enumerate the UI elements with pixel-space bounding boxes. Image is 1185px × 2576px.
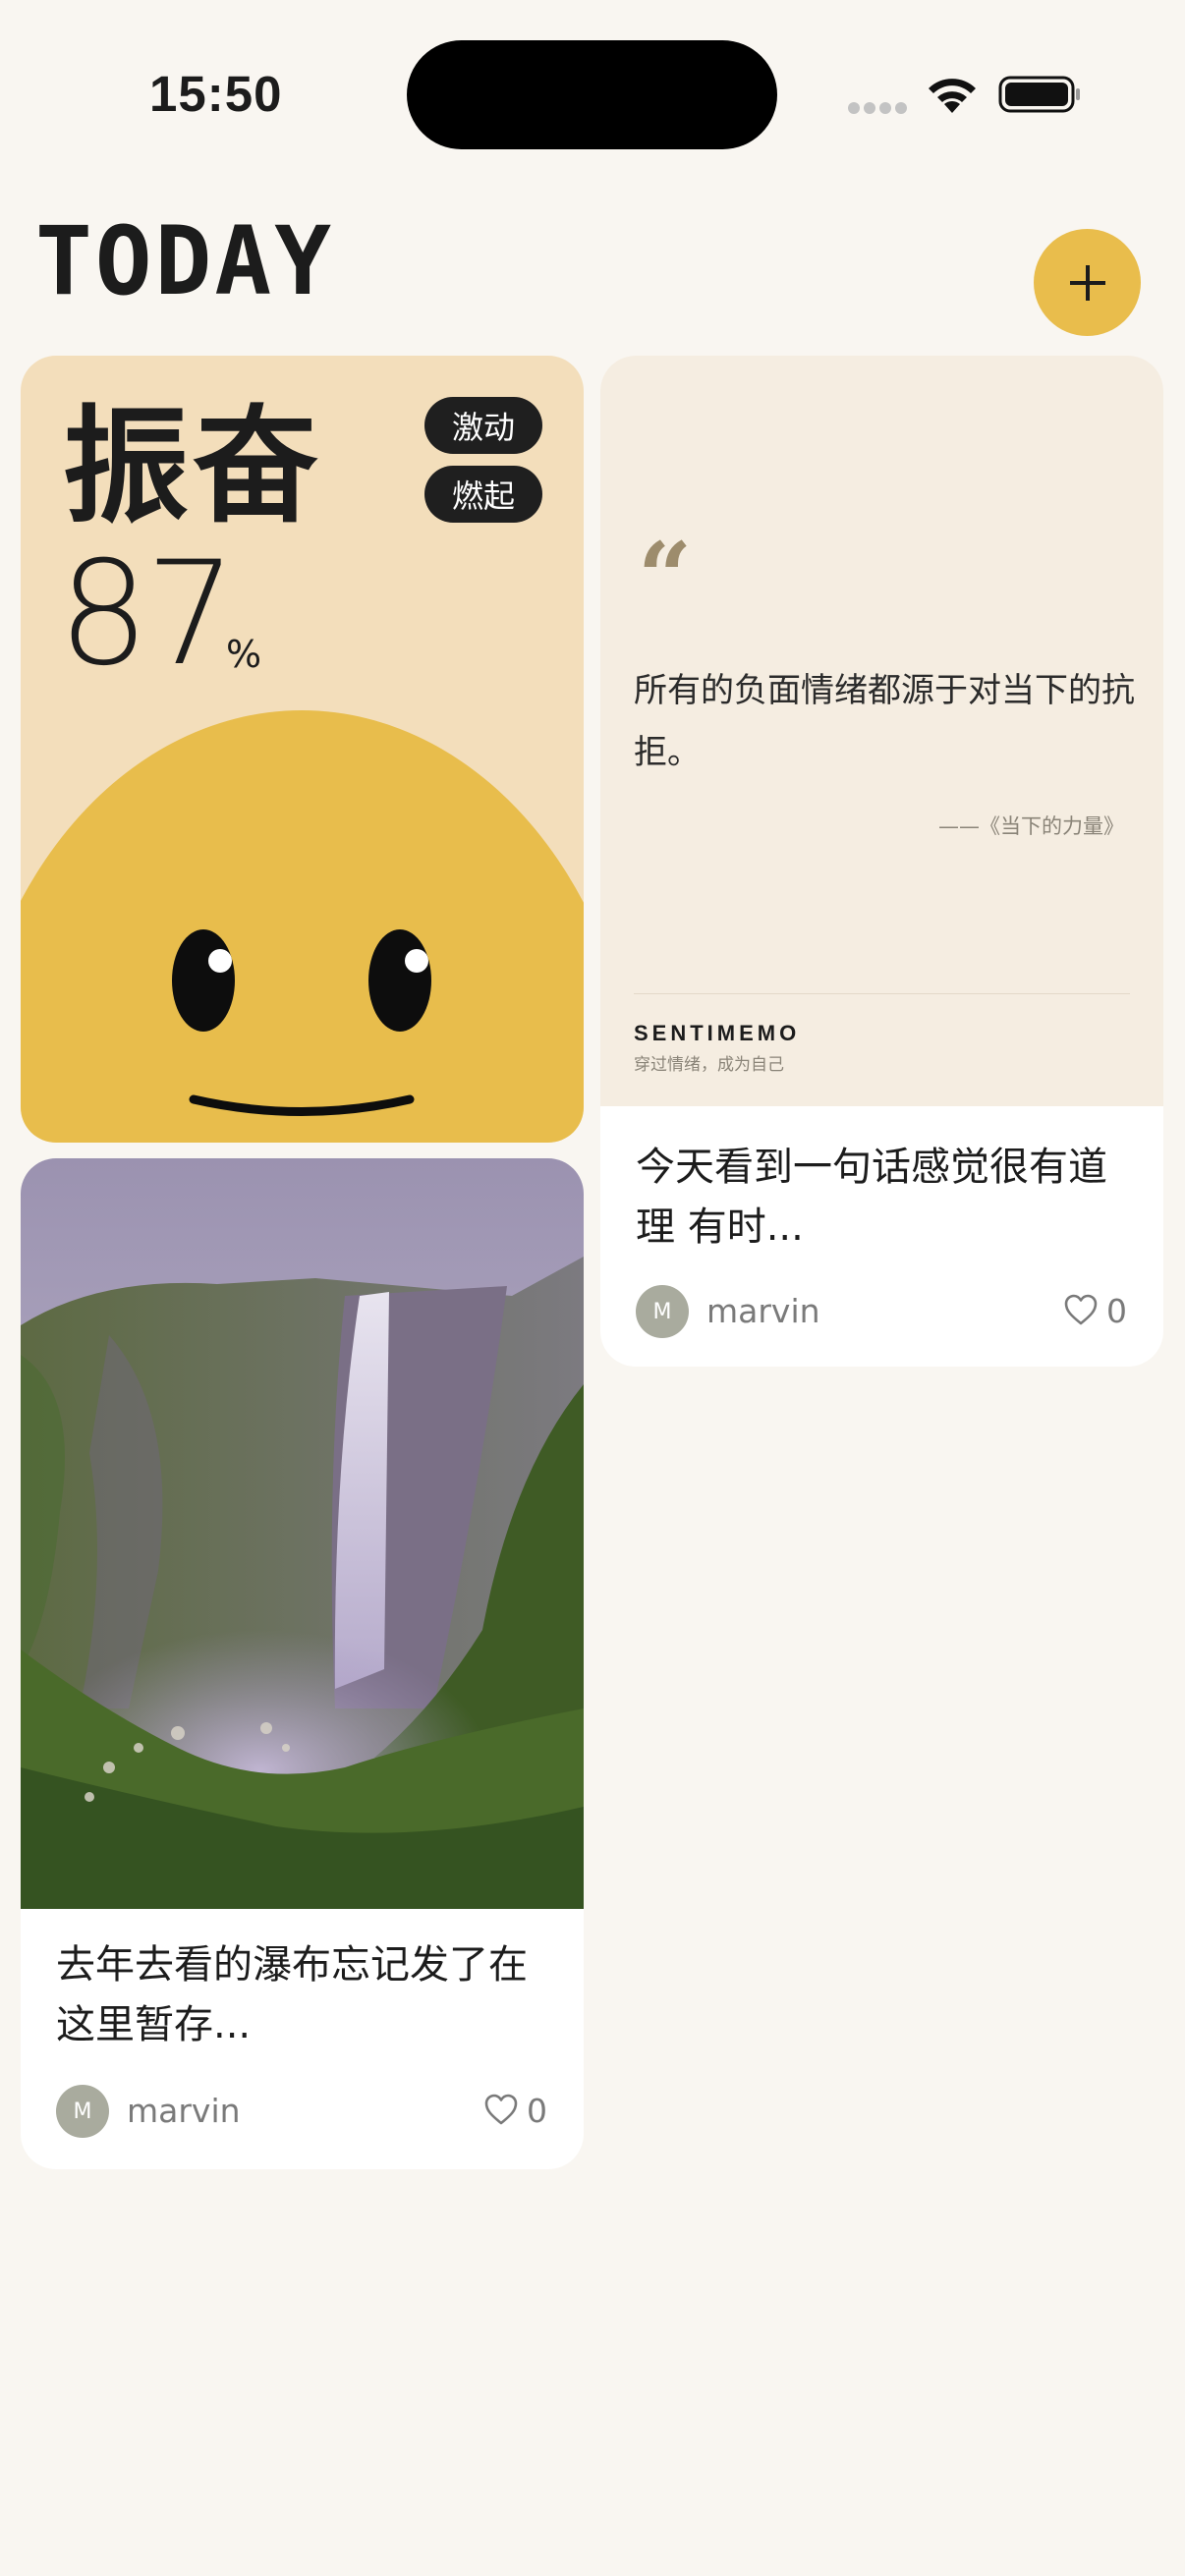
quote-text: 所有的负面情绪都源于对当下的抗拒。: [634, 671, 1135, 772]
status-time: 15:50: [149, 66, 283, 122]
wifi-icon: [929, 79, 976, 113]
mood-score-unit: %: [226, 633, 262, 676]
quote-source: ——《当下的力量》: [938, 814, 1124, 838]
author-name[interactable]: marvin: [127, 2092, 241, 2130]
post-title: 今天看到一句话感觉很有道理 有时...: [636, 1145, 1107, 1250]
mood-tag: 燃起: [424, 466, 542, 523]
brand-name: SENTIMEMO: [634, 1021, 801, 1045]
page-title: TODAY: [35, 206, 334, 316]
battery-icon: [998, 76, 1080, 113]
signal-icon: [848, 102, 907, 116]
like-count: 0: [1106, 1292, 1127, 1330]
mood-tag: 激动: [424, 397, 542, 454]
add-button[interactable]: [1034, 229, 1141, 336]
quote-mark-icon: “: [638, 522, 693, 633]
quote-divider: [634, 993, 1130, 994]
quote-area: “ 所有的负面情绪都源于对当下的抗拒。 ——《当下的力量》 SENTIMEMO …: [600, 356, 1163, 1106]
waterfall-photo: [21, 1158, 584, 1909]
author-name[interactable]: marvin: [706, 1292, 820, 1330]
plus-icon: [1069, 264, 1105, 301]
heart-icon[interactable]: [483, 2093, 519, 2126]
like-count: 0: [527, 2092, 547, 2130]
avatar[interactable]: M: [56, 2085, 109, 2138]
quote-post-card[interactable]: “ 所有的负面情绪都源于对当下的抗拒。 ——《当下的力量》 SENTIMEMO …: [600, 356, 1163, 1367]
dynamic-island: [407, 40, 777, 149]
mood-card[interactable]: 振奋 87 % 激动 燃起: [21, 356, 584, 1143]
heart-icon[interactable]: [1063, 1293, 1099, 1326]
avatar[interactable]: M: [636, 1285, 689, 1338]
photo-post-card[interactable]: 去年去看的瀑布忘记发了在这里暂存... M marvin 0: [21, 1158, 584, 2169]
mood-word: 振奋: [63, 394, 323, 540]
mood-score: 87: [58, 531, 237, 698]
post-title: 去年去看的瀑布忘记发了在这里暂存...: [56, 1942, 528, 2047]
brand-slogan: 穿过情绪，成为自己: [634, 1055, 784, 1075]
